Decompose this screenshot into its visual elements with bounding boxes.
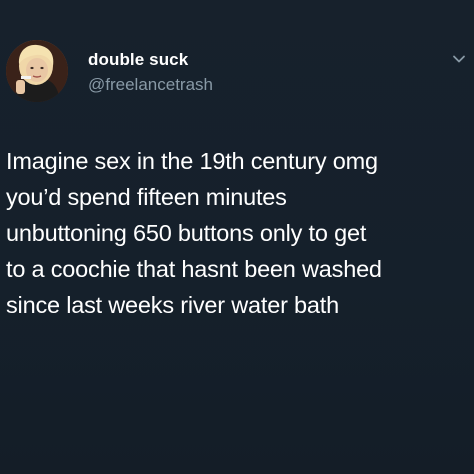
tweet-text-line: to a coochie that hasnt been washed <box>6 256 382 282</box>
profile-photo-icon <box>6 40 68 102</box>
tweet-text-line: since last weeks river water bath <box>6 292 339 318</box>
tweet-text-line: you’d spend fifteen minutes <box>6 184 287 210</box>
tweet-card: double suck @freelancetrash Imagine sex … <box>0 0 474 474</box>
user-handle[interactable]: @freelancetrash <box>88 75 213 95</box>
chevron-down-icon[interactable] <box>452 52 466 66</box>
display-name[interactable]: double suck <box>88 50 188 70</box>
tweet-text-line: Imagine sex in the 19th century omg <box>6 148 378 174</box>
tweet-text: Imagine sex in the 19th century omg you’… <box>6 143 466 323</box>
avatar[interactable] <box>6 40 68 102</box>
tweet-text-line: unbuttoning 650 buttons only to get <box>6 220 367 246</box>
